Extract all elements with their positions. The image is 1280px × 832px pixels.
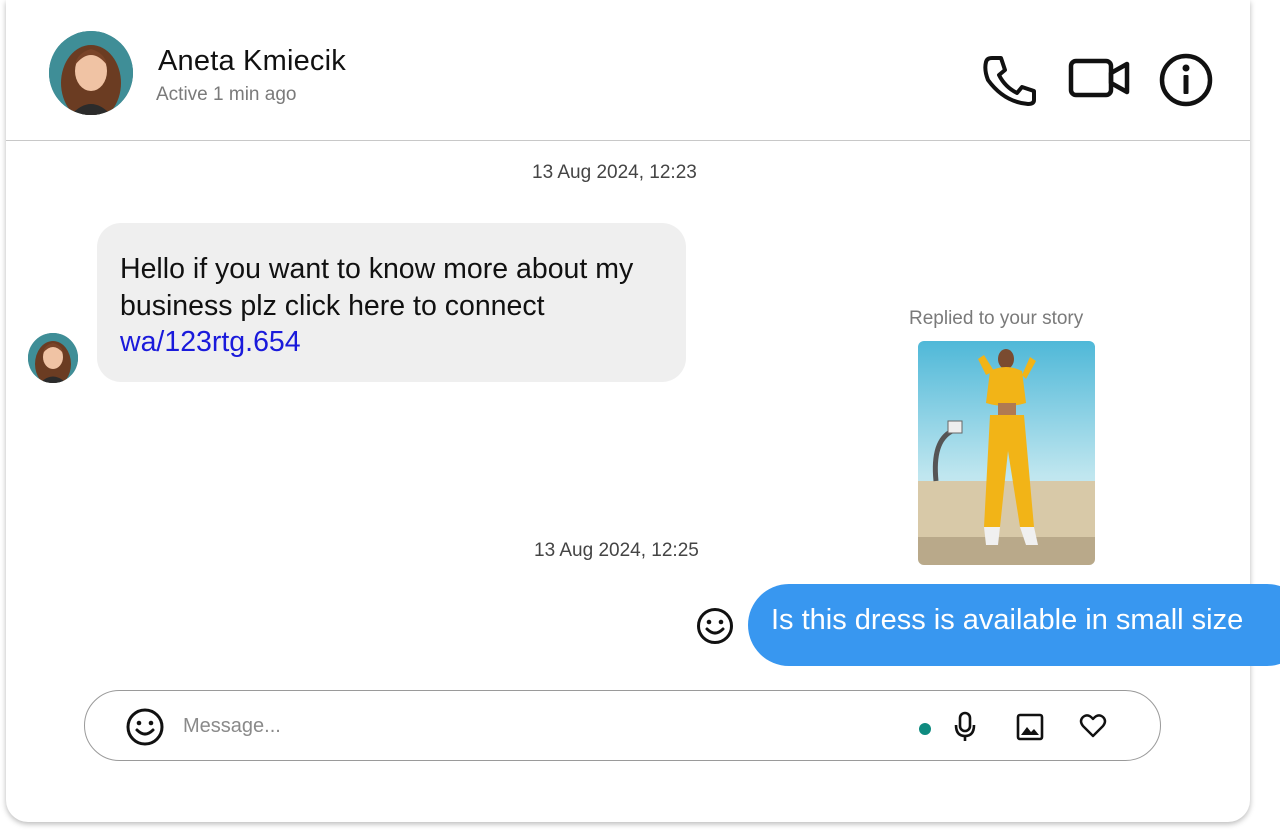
- video-camera-icon[interactable]: [1068, 56, 1132, 100]
- info-icon[interactable]: [1158, 52, 1214, 108]
- message-timestamp: 13 Aug 2024, 12:23: [532, 162, 697, 183]
- avatar-portrait: [49, 31, 133, 115]
- emoji-react-icon[interactable]: [695, 606, 735, 651]
- message-timestamp: 13 Aug 2024, 12:25: [534, 540, 699, 561]
- contact-name: Aneta Kmiecik: [158, 45, 346, 77]
- message-input[interactable]: [181, 707, 885, 745]
- image-icon[interactable]: [1016, 713, 1044, 746]
- message-composer: [84, 690, 1161, 761]
- incoming-message-bubble[interactable]: Hello if you want to know more about my …: [97, 223, 686, 382]
- contact-avatar[interactable]: [49, 31, 133, 115]
- avatar-portrait: [28, 333, 78, 383]
- sender-avatar[interactable]: [28, 333, 78, 383]
- heart-icon[interactable]: [1079, 713, 1107, 744]
- status-dot: [919, 723, 931, 735]
- message-text-line: Hello if you want to know more about my: [120, 253, 634, 285]
- phone-icon[interactable]: [978, 52, 1040, 108]
- emoji-icon[interactable]: [125, 707, 165, 752]
- story-reply-label: Replied to your story: [909, 308, 1084, 329]
- message-link[interactable]: wa/123rtg.654: [120, 324, 662, 361]
- microphone-icon[interactable]: [954, 711, 976, 748]
- story-image: [918, 341, 1095, 565]
- story-thumbnail[interactable]: [918, 341, 1095, 565]
- outgoing-message-bubble[interactable]: Is this dress is available in small size: [748, 584, 1280, 666]
- message-text-line: business plz click here to connect: [120, 289, 545, 322]
- active-status: Active 1 min ago: [156, 84, 297, 105]
